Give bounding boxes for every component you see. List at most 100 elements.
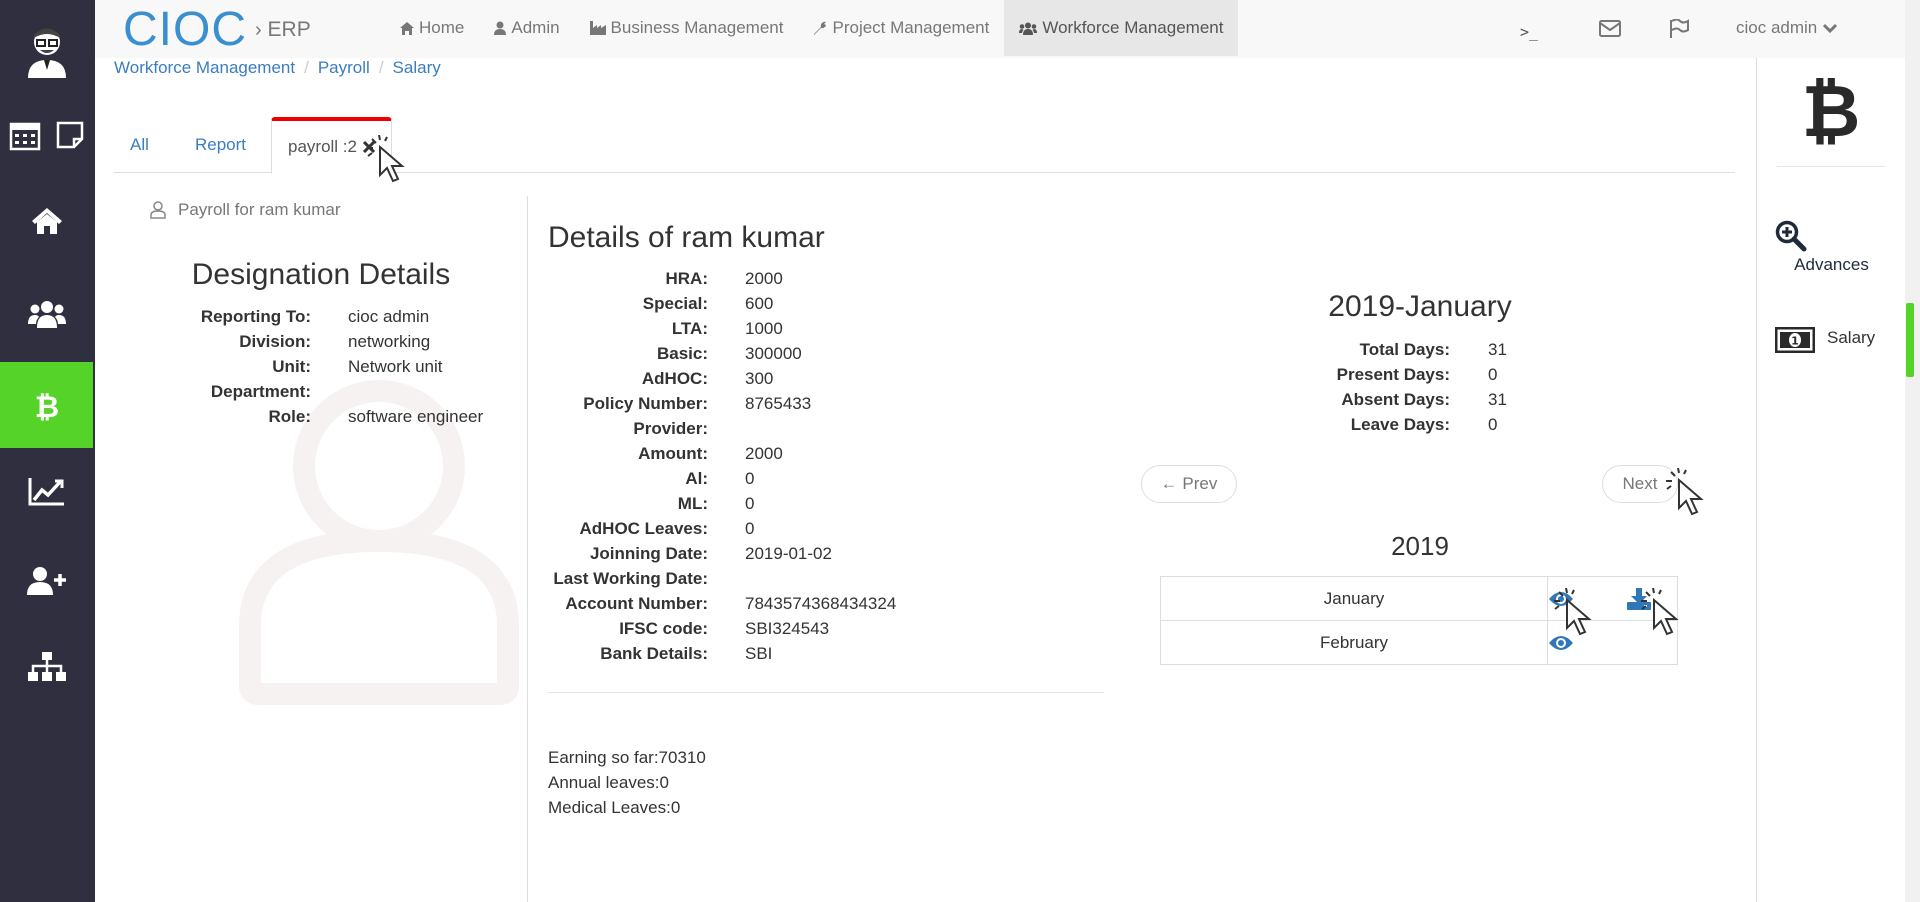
- detail-key: Bank Details:: [600, 644, 708, 663]
- click-cursor-icon: [367, 135, 405, 183]
- detail-key: Joinning Date:: [589, 544, 708, 563]
- breadcrumb-separator: /: [304, 58, 309, 77]
- detail-value: SBI324543: [745, 619, 830, 638]
- month-row: Total Days: 31: [1300, 337, 1507, 362]
- sidebar-item-add-user[interactable]: [0, 538, 93, 624]
- month-value: 31: [1488, 340, 1507, 359]
- breadcrumb-payroll[interactable]: Payroll: [318, 58, 370, 78]
- detail-row: Provider:: [548, 416, 896, 441]
- right-panel-divider: [1777, 166, 1885, 167]
- designation-row: Unit: Network unit: [114, 354, 483, 379]
- nav-project-management[interactable]: Project Management: [798, 0, 1004, 56]
- detail-key: Policy Number:: [583, 394, 708, 413]
- brand-subtitle: › ERP: [255, 18, 311, 41]
- avatar[interactable]: [24, 22, 70, 78]
- sidebar-item-people[interactable]: [0, 271, 93, 357]
- nav-business-label: Business Management: [610, 18, 784, 37]
- detail-key: AdHOC Leaves:: [579, 519, 708, 538]
- wrench-icon: [814, 21, 827, 35]
- designation-row: Department:: [114, 379, 483, 404]
- payroll-header-label: Payroll for ram kumar: [178, 200, 341, 219]
- breadcrumb-salary[interactable]: Salary: [393, 58, 441, 78]
- detail-row: LTA: 1000: [548, 316, 896, 341]
- detail-value: 1000: [745, 319, 783, 338]
- month-value: 0: [1488, 365, 1498, 384]
- nav-admin-label: Admin: [511, 18, 560, 37]
- terminal-icon: >_: [1520, 23, 1539, 41]
- salary-item[interactable]: 1 Salary: [1757, 326, 1906, 366]
- breadcrumb-workforce[interactable]: Workforce Management: [114, 58, 295, 78]
- designation-key: Unit:: [272, 357, 311, 376]
- detail-key: LTA:: [671, 319, 708, 338]
- detail-row: Basic: 300000: [548, 341, 896, 366]
- tab-report[interactable]: Report: [179, 117, 262, 173]
- click-cursor-icon: [1666, 468, 1704, 516]
- user-plus-icon: [26, 567, 66, 595]
- money-bill-icon: 1: [1775, 327, 1815, 353]
- users-icon: [27, 301, 66, 328]
- designation-key: Division:: [239, 332, 311, 351]
- detail-value: 600: [745, 294, 774, 313]
- detail-key: ML:: [677, 494, 708, 513]
- scrollbar[interactable]: [1905, 0, 1920, 902]
- detail-value: 0: [745, 494, 755, 513]
- designation-key: Department:: [210, 382, 311, 401]
- detail-row: Joinning Date: 2019-01-02: [548, 541, 896, 566]
- industry-icon: [589, 21, 606, 35]
- svg-text:1: 1: [1791, 335, 1799, 348]
- designation-row: Division: networking: [114, 329, 483, 354]
- click-cursor-icon: [1554, 588, 1592, 636]
- tab-payroll-label: payroll :2: [288, 137, 357, 156]
- sitemap-icon: [27, 652, 66, 681]
- designation-list: Reporting To: cioc admin Division: network…: [114, 304, 483, 429]
- user-outline-icon: [150, 201, 166, 219]
- svg-text:₿: ₿: [34, 390, 58, 421]
- sidebar-item-home[interactable]: [0, 178, 93, 264]
- sidebar-item-calendar[interactable]: [0, 92, 93, 178]
- nav-admin[interactable]: Admin: [479, 0, 574, 56]
- details-list: HRA: 2000 Special: 600 LTA: 1000 Basic: 3000…: [548, 266, 896, 666]
- payroll-tabs: All Report payroll :2: [114, 117, 1735, 174]
- sidebar-item-org[interactable]: [0, 624, 93, 710]
- detail-key: AdHOC:: [641, 369, 708, 388]
- detail-value: 2000: [745, 444, 783, 463]
- mail-button[interactable]: [1599, 0, 1621, 56]
- brand-logo[interactable]: CIOC: [123, 2, 247, 57]
- detail-value: 7843574368434324: [745, 594, 897, 613]
- month-key: Present Days:: [1336, 365, 1450, 384]
- user-icon: [494, 21, 507, 35]
- month-name: February: [1160, 620, 1548, 665]
- detail-row: Policy Number: 8765433: [548, 391, 896, 416]
- designation-key: Role:: [268, 407, 312, 426]
- nav-business-management[interactable]: Business Management: [575, 0, 799, 56]
- nav-home[interactable]: Home: [385, 0, 479, 56]
- month-row: Absent Days: 31: [1300, 387, 1507, 412]
- detail-key: Account Number:: [565, 594, 708, 613]
- detail-row: Bank Details: SBI: [548, 641, 896, 666]
- nav-workforce-management[interactable]: Workforce Management: [1004, 0, 1239, 56]
- detail-row: Al: 0: [548, 466, 896, 491]
- detail-value: 300000: [745, 344, 802, 363]
- nav-workforce-label: Workforce Management: [1042, 18, 1224, 37]
- user-menu[interactable]: cioc admin: [1736, 0, 1838, 56]
- detail-key: HRA:: [665, 269, 709, 288]
- detail-row: Last Working Date:: [548, 566, 896, 591]
- month-name: January: [1160, 576, 1548, 621]
- month-value: 0: [1488, 415, 1498, 434]
- sidebar-item-reports[interactable]: [0, 448, 93, 534]
- terminal-button[interactable]: >_: [1520, 0, 1538, 56]
- designation-value: networking: [348, 332, 431, 351]
- scrollbar-thumb[interactable]: [1906, 303, 1914, 377]
- sidebar-item-payroll[interactable]: ₿: [0, 362, 93, 448]
- detail-key: IFSC code:: [619, 619, 708, 638]
- prev-button[interactable]: ← Prev: [1141, 465, 1237, 503]
- tab-all[interactable]: All: [114, 117, 165, 173]
- bitcoin-icon: ₿: [34, 390, 58, 421]
- detail-row: Amount: 2000: [548, 441, 896, 466]
- home-icon: [400, 21, 414, 35]
- month-key: Leave Days:: [1350, 415, 1450, 434]
- users-icon: [1019, 22, 1038, 35]
- notifications-button[interactable]: [1669, 0, 1689, 56]
- details-divider: [548, 692, 1104, 693]
- svg-text:₿: ₿: [1802, 70, 1861, 146]
